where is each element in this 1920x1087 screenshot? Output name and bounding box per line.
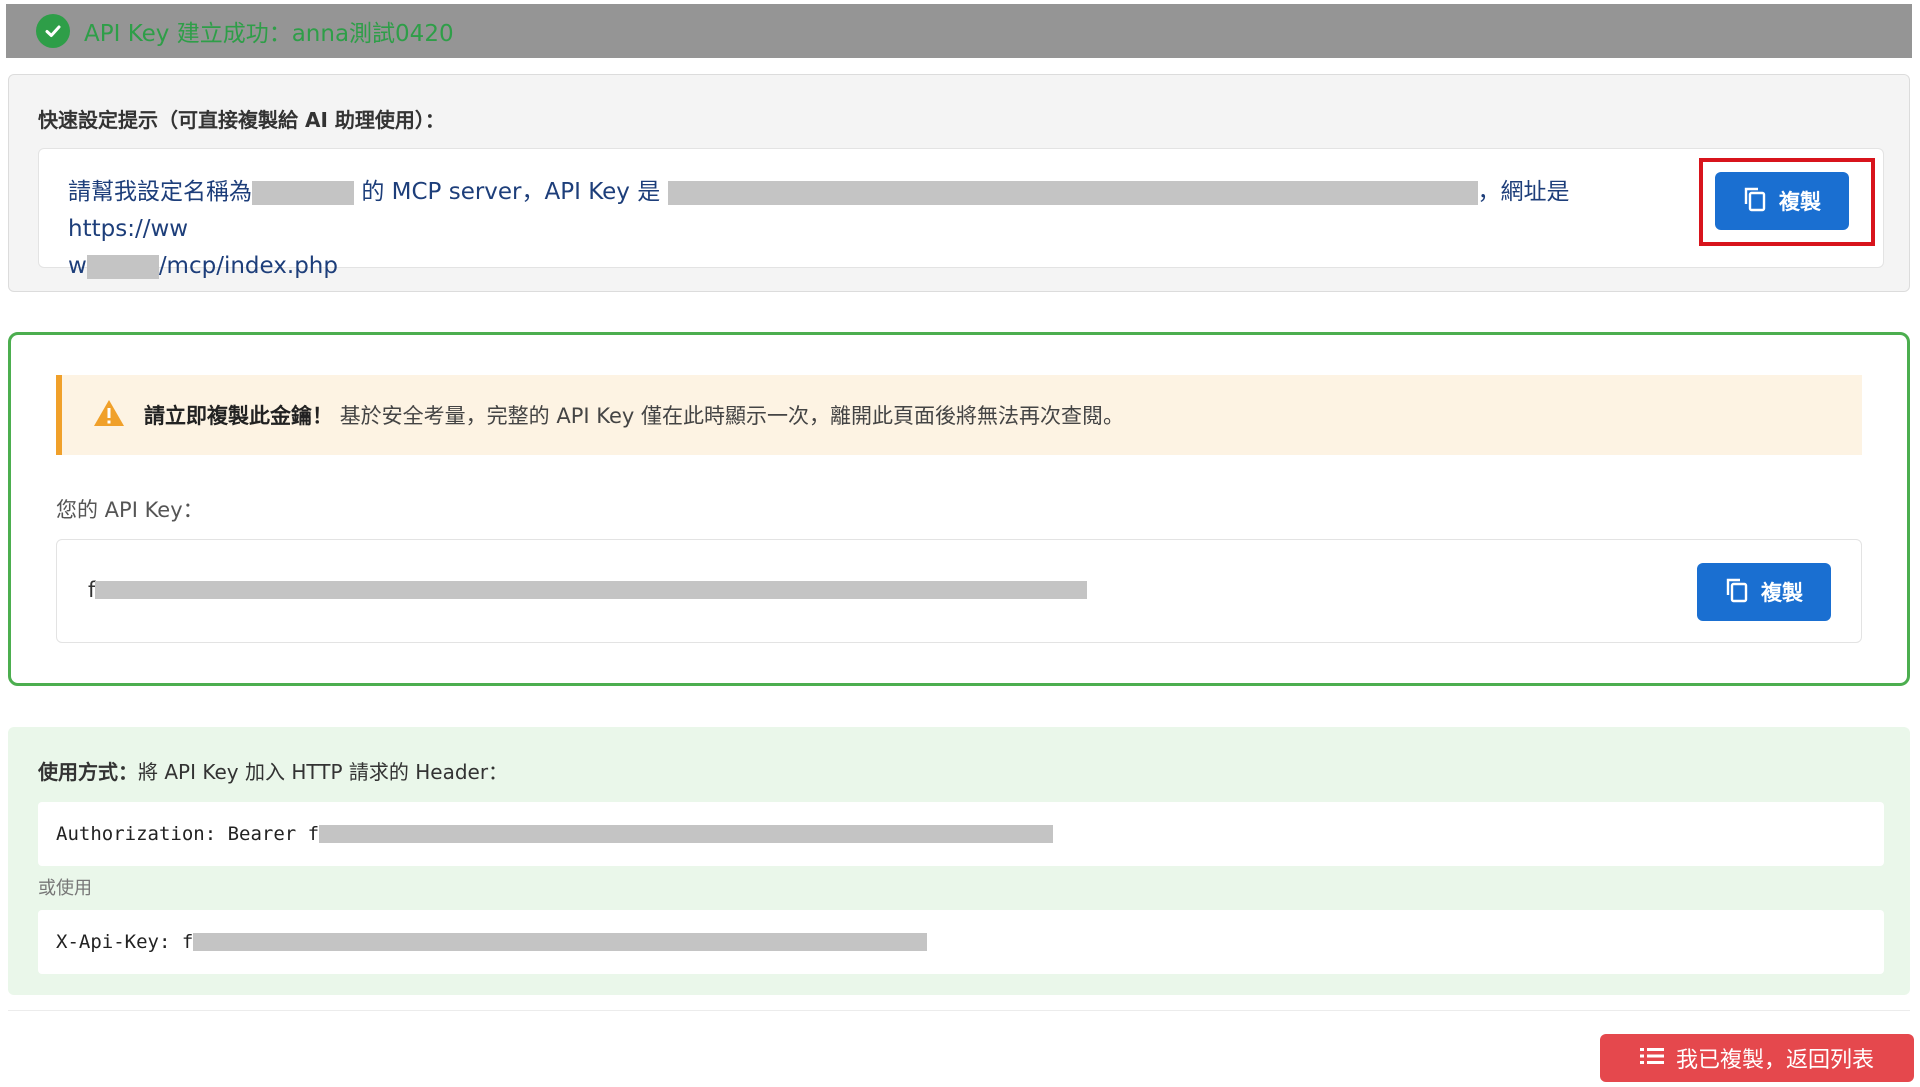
check-circle-icon: [36, 14, 70, 48]
copy-icon: [1725, 577, 1749, 608]
success-message: API Key 建立成功：anna測試0420: [84, 21, 454, 47]
copy-prompt-label: 複製: [1779, 190, 1821, 214]
redacted-domain: [86, 254, 159, 279]
quick-setup-prompt: 請幫我設定名稱為 的 MCP server，API Key 是 ，網址是 htt…: [68, 174, 1688, 285]
usage-title: 使用方式：將 API Key 加入 HTTP 請求的 Header：: [38, 756, 508, 785]
redacted-api-key-full: [95, 581, 1088, 599]
copy-icon: [1743, 186, 1767, 217]
warning-alert: 請立即複製此金鑰！ 基於安全考量，完整的 API Key 僅在此時顯示一次，離開…: [56, 375, 1862, 455]
warning-strong-text: 請立即複製此金鑰！: [144, 404, 333, 428]
x-api-key-header-code[interactable]: X-Api-Key: f: [38, 910, 1884, 974]
authorization-header-code[interactable]: Authorization: Bearer f: [38, 802, 1884, 866]
api-key-prefix: f: [88, 578, 96, 602]
copy-api-key-label: 複製: [1761, 581, 1803, 605]
copy-api-key-button[interactable]: 複製: [1697, 563, 1831, 621]
prompt-part-5: /mcp/index.php: [158, 253, 338, 279]
prompt-part-1: 請幫我設定名稱為: [68, 179, 252, 205]
redacted-server-name: [252, 180, 354, 205]
api-key-value: f: [88, 578, 1088, 602]
back-to-list-label: 我已複製，返回列表: [1675, 1048, 1874, 1073]
usage-title-strong: 使用方式：: [38, 760, 138, 784]
usage-title-text: 將 API Key 加入 HTTP 請求的 Header：: [138, 760, 509, 784]
divider: [8, 1010, 1910, 1011]
authorization-header-prefix: Authorization: Bearer f: [56, 823, 320, 845]
redacted-bearer-token: [319, 825, 1054, 843]
prompt-part-2: 的 MCP server，API Key 是: [361, 179, 661, 205]
warning-icon: [92, 398, 126, 432]
redacted-x-api-key: [193, 933, 928, 951]
copy-prompt-button[interactable]: 複製: [1715, 172, 1849, 230]
success-banner: API Key 建立成功：anna測試0420: [6, 4, 1912, 58]
or-use-text: 或使用: [38, 878, 92, 899]
x-api-key-header-prefix: X-Api-Key: f: [56, 931, 194, 953]
back-to-list-button[interactable]: 我已複製，返回列表: [1600, 1034, 1914, 1082]
redacted-api-key: [667, 180, 1478, 205]
quick-setup-title: 快速設定提示（可直接複製給 AI 助理使用）：: [38, 108, 445, 132]
api-key-label: 您的 API Key：: [56, 498, 204, 522]
prompt-part-4: w: [68, 253, 87, 279]
list-icon: [1639, 1046, 1664, 1071]
warning-text: 基於安全考量，完整的 API Key 僅在此時顯示一次，離開此頁面後將無法再次查…: [339, 404, 1125, 428]
